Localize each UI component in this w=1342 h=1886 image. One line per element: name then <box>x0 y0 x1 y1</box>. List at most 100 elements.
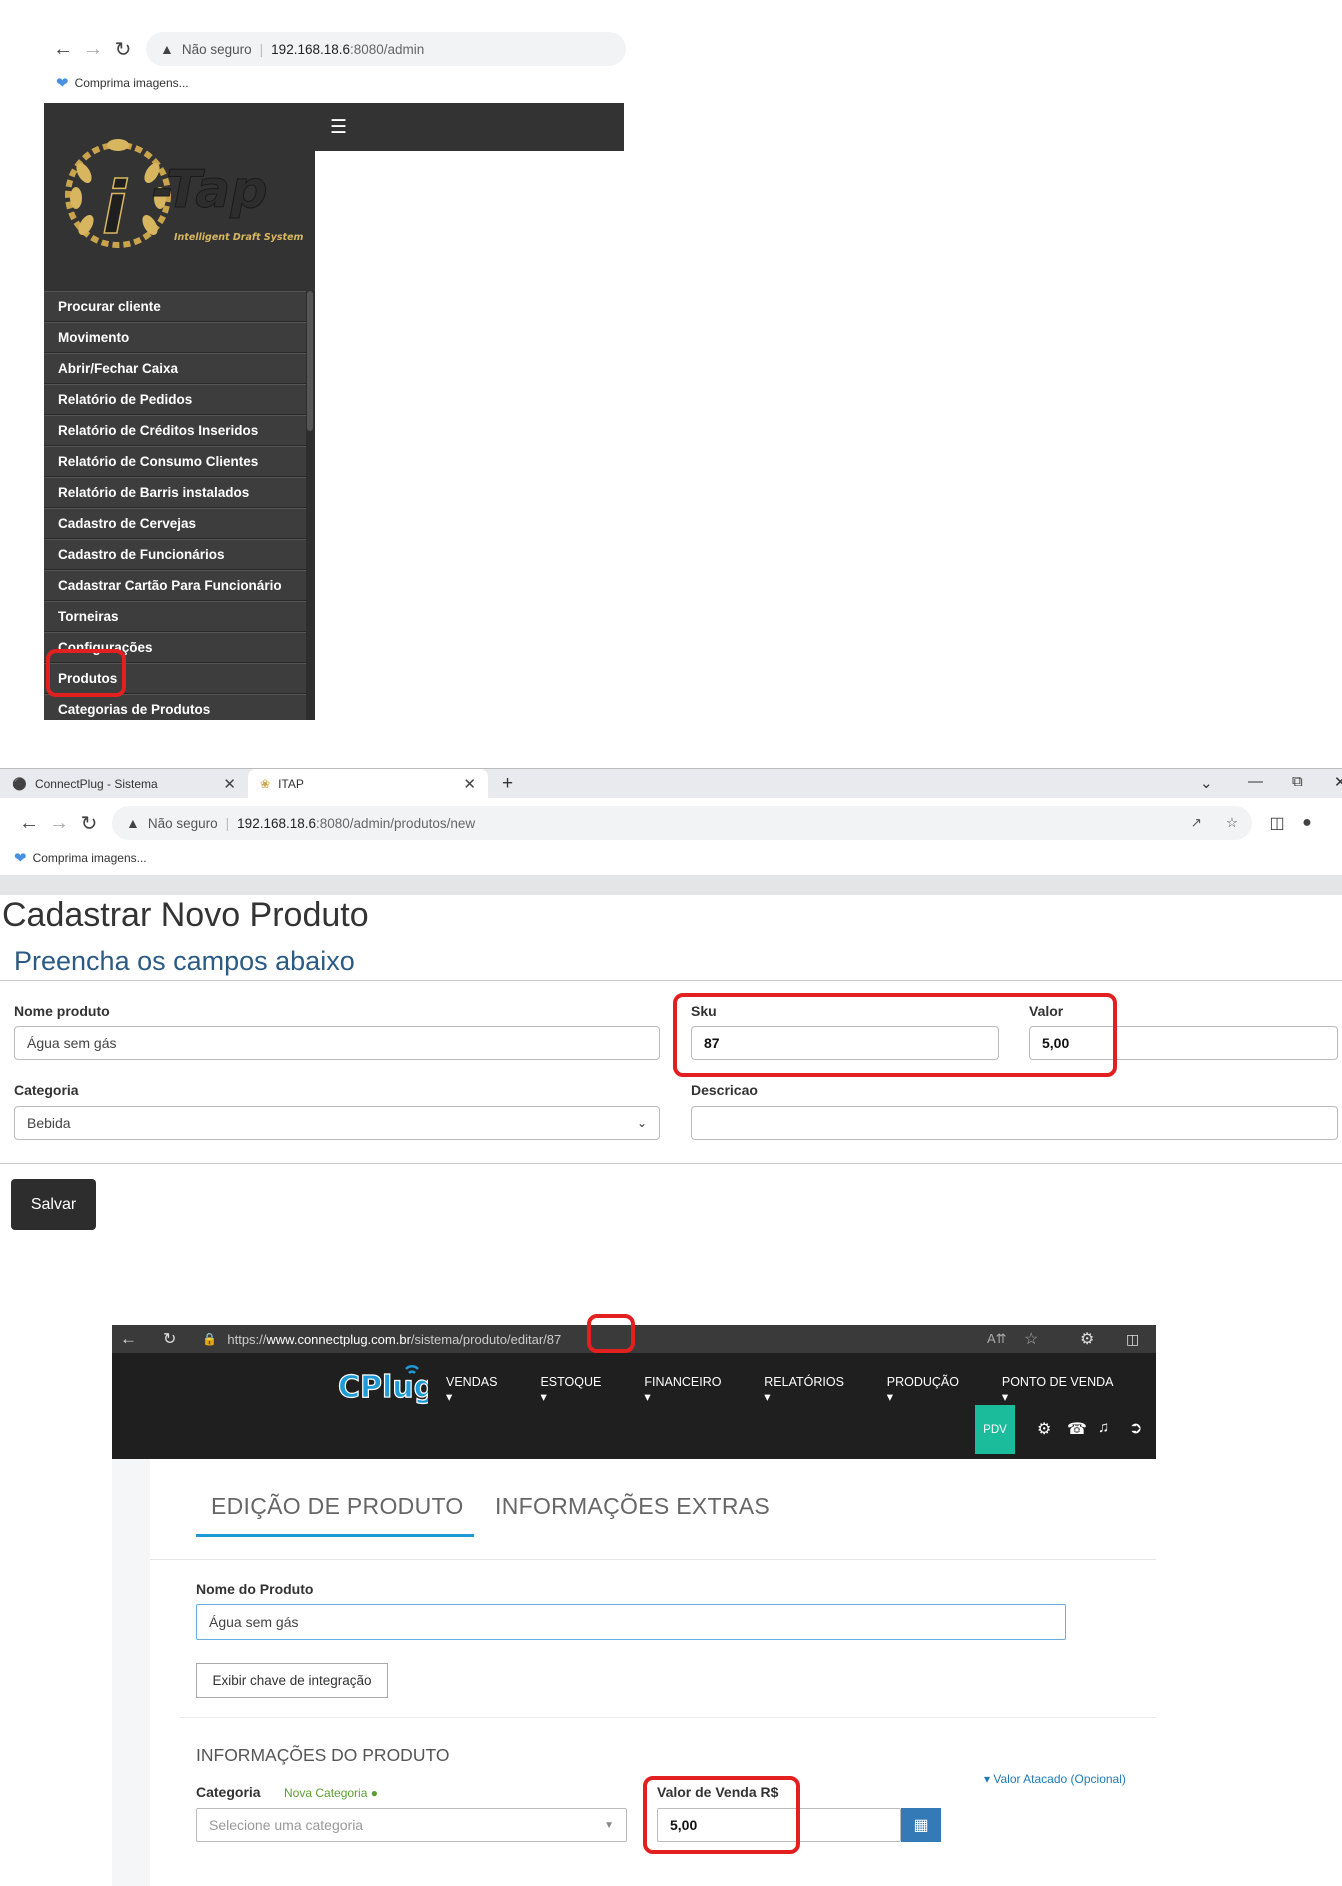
active-tab-indicator <box>196 1534 474 1537</box>
svg-text:-Tap: -Tap <box>152 160 268 220</box>
forward-icon[interactable]: → <box>44 808 74 838</box>
bell-icon[interactable]: ♫ <box>1098 1419 1109 1436</box>
menu-ponto-de-venda[interactable]: PONTO DE VENDA ▾ <box>1002 1375 1139 1404</box>
sidebar-item-cadastro-funcionarios[interactable]: Cadastro de Funcionários <box>44 539 306 570</box>
tab-search-icon[interactable]: ⌄ <box>1200 774 1213 792</box>
tab-informacoes-extras[interactable]: INFORMAÇÕES EXTRAS <box>495 1493 770 1520</box>
new-tab-icon[interactable]: + <box>502 773 513 795</box>
tab-itap[interactable]: ❀ ITAP ✕ <box>248 768 488 799</box>
url-path: :8080/admin <box>350 41 425 57</box>
pdv-button[interactable]: PDV <box>975 1405 1015 1454</box>
menu-producao[interactable]: PRODUÇÃO ▾ <box>887 1375 985 1404</box>
divider <box>0 980 1342 981</box>
sidebar-item-relatorio-creditos[interactable]: Relatório de Créditos Inseridos <box>44 415 306 446</box>
categoria-label: Categoria <box>14 1082 79 1098</box>
plus-circle-icon: ● <box>370 1786 378 1800</box>
sidebar-item-relatorio-consumo[interactable]: Relatório de Consumo Clientes <box>44 446 306 477</box>
url-text[interactable]: https://www.connectplug.com.br/sistema/p… <box>227 1332 561 1347</box>
highlight-url-id <box>587 1314 635 1353</box>
svg-text:Intelligent Draft System: Intelligent Draft System <box>174 232 304 243</box>
sidebar-item-cartao-funcionario[interactable]: Cadastrar Cartão Para Funcionário <box>44 570 306 601</box>
sidebar-item-cadastro-cervejas[interactable]: Cadastro de Cervejas <box>44 508 306 539</box>
sidebar-item-categorias[interactable]: Categorias de Produtos <box>44 694 306 720</box>
bookmark-item[interactable]: ❤ Comprima imagens... <box>14 849 147 867</box>
sidebar-scrollbar[interactable] <box>306 291 315 720</box>
itap-favicon: ❀ <box>260 776 271 791</box>
nome-produto-input[interactable]: Água sem gás <box>196 1604 1066 1640</box>
back-icon[interactable]: ← <box>14 808 44 838</box>
admin-topbar <box>315 103 624 151</box>
split-view-icon[interactable]: ◫ <box>1126 1331 1139 1348</box>
bookmark-item[interactable]: ❤ Comprima imagens... <box>56 74 189 92</box>
url-path-id: ar/87 <box>531 1331 562 1347</box>
categoria-select[interactable]: Bebida ⌄ <box>14 1106 660 1140</box>
back-icon[interactable]: ← <box>48 34 78 64</box>
forward-icon[interactable]: → <box>78 34 108 64</box>
main-menu: VENDAS ▾ ESTOQUE ▾ FINANCEIRO ▾ RELATÓRI… <box>446 1375 1156 1404</box>
valor-atacado-label: Valor Atacado (Opcional) <box>993 1772 1126 1786</box>
url-host: www.connectplug.com.br <box>266 1331 411 1347</box>
star-icon[interactable]: ☆ <box>1226 815 1238 831</box>
sidebar-item-relatorio-barris[interactable]: Relatório de Barris instalados <box>44 477 306 508</box>
address-bar[interactable]: ▲ Não seguro | 192.168.18.6:8080/admin/p… <box>112 806 1252 840</box>
tab-label: ITAP <box>278 776 304 791</box>
nome-input[interactable]: Água sem gás <box>14 1026 660 1060</box>
admin-sidebar: i -Tap Intelligent Draft System Procurar… <box>44 103 315 720</box>
menu-financeiro[interactable]: FINANCEIRO ▾ <box>644 1375 747 1404</box>
calculator-icon[interactable]: ▦ <box>901 1808 941 1842</box>
side-panel-icon[interactable]: ◫ <box>1262 808 1292 838</box>
reload-icon[interactable]: ↻ <box>108 34 138 64</box>
url-scheme: https:// <box>227 1331 267 1347</box>
sidebar-item-procurar-cliente[interactable]: Procurar cliente <box>44 291 306 322</box>
descricao-input[interactable] <box>691 1106 1338 1140</box>
caret-down-icon: ▼ <box>604 1819 614 1831</box>
read-aloud-icon[interactable]: A⇈ <box>987 1331 1007 1347</box>
reload-icon[interactable]: ↻ <box>74 808 104 838</box>
section-title: INFORMAÇÕES DO PRODUTO <box>196 1745 450 1765</box>
itap-logo: i -Tap Intelligent Draft System <box>44 103 315 291</box>
nova-categoria-link[interactable]: Nova Categoria ● <box>284 1786 378 1800</box>
menu-estoque[interactable]: ESTOQUE ▾ <box>540 1375 627 1404</box>
sidebar-item-caixa[interactable]: Abrir/Fechar Caixa <box>44 353 306 384</box>
warning-icon: ▲ <box>160 41 174 57</box>
close-tab-icon[interactable]: ✕ <box>463 775 476 793</box>
exibir-chave-button[interactable]: Exibir chave de integração <box>196 1663 388 1698</box>
address-bar[interactable]: ▲ Não seguro | 192.168.18.6:8080/admin <box>146 32 626 66</box>
sidebar-item-movimento[interactable]: Movimento <box>44 322 306 353</box>
bookmark-label: Comprima imagens... <box>32 851 147 865</box>
page-topbar <box>0 875 1342 895</box>
url-path: :8080/admin/produtos/new <box>316 815 476 831</box>
reload-icon[interactable]: ↻ <box>163 1329 176 1349</box>
descricao-label: Descricao <box>691 1082 758 1098</box>
sidebar-item-torneiras[interactable]: Torneiras <box>44 601 306 632</box>
save-button[interactable]: Salvar <box>11 1179 96 1230</box>
tab-edicao[interactable]: EDIÇÃO DE PRODUTO <box>211 1493 464 1520</box>
profile-icon[interactable]: ● <box>1292 808 1322 838</box>
highlight-sku-valor <box>673 993 1117 1077</box>
url-text: 192.168.18.6:8080/admin/produtos/new <box>237 816 475 831</box>
back-icon[interactable]: ← <box>120 1329 137 1349</box>
minimize-icon[interactable]: — <box>1248 773 1263 790</box>
gear-icon[interactable]: ⚙ <box>1037 1419 1051 1439</box>
url-text: 192.168.18.6:8080/admin <box>271 42 424 57</box>
restore-icon[interactable]: ⧉ <box>1292 773 1303 790</box>
headset-icon[interactable]: ☎ <box>1067 1419 1087 1439</box>
tab-connectplug[interactable]: ⚫ ConnectPlug - Sistema ✕ <box>0 769 248 799</box>
extensions-icon[interactable]: ⚙ <box>1080 1329 1094 1349</box>
close-window-icon[interactable]: ✕ <box>1334 773 1342 791</box>
highlight-produtos <box>46 649 126 697</box>
cplug-logo[interactable]: CPlug <box>337 1363 436 1414</box>
divider <box>150 1559 1156 1560</box>
hamburger-icon[interactable]: ☰ <box>330 116 347 139</box>
menu-vendas[interactable]: VENDAS ▾ <box>446 1375 523 1404</box>
sidebar-item-relatorio-pedidos[interactable]: Relatório de Pedidos <box>44 384 306 415</box>
browser-toolbar: ← → ↻ ▲ Não seguro | 192.168.18.6:8080/a… <box>48 32 626 66</box>
share-icon[interactable]: ↗ <box>1191 815 1202 831</box>
logout-icon[interactable]: ➲ <box>1129 1418 1142 1438</box>
insecure-label: Não seguro <box>181 41 252 57</box>
close-tab-icon[interactable]: ✕ <box>223 775 236 793</box>
valor-atacado-toggle[interactable]: ▾ Valor Atacado (Opcional) <box>984 1772 1126 1786</box>
categoria-select[interactable]: Selecione uma categoria ▼ <box>196 1808 627 1842</box>
star-icon[interactable]: ☆ <box>1024 1329 1038 1349</box>
menu-relatorios[interactable]: RELATÓRIOS ▾ <box>764 1375 869 1404</box>
